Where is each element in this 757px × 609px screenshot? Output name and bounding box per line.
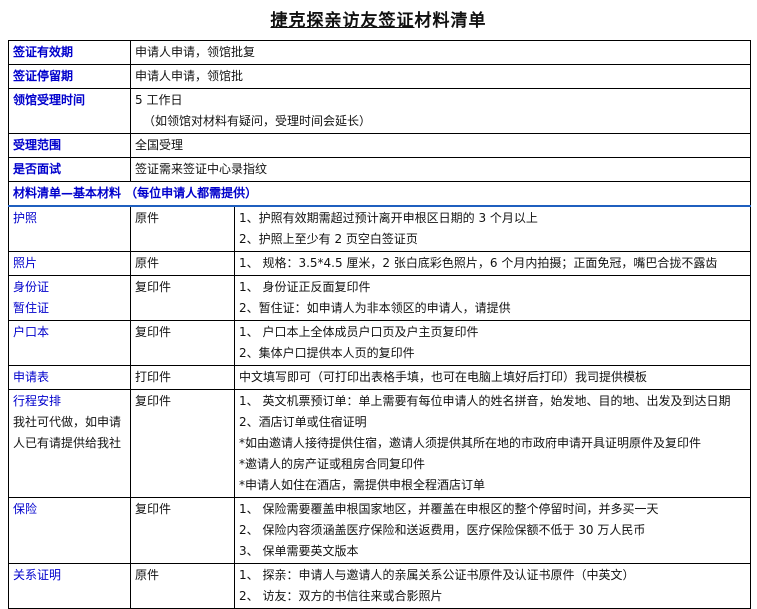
material-detail-line: 1、 规格：3.5*4.5 厘米，2 张白底彩色照片，6 个月内拍摄；正面免冠，… <box>239 256 718 270</box>
material-row: 保险 复印件 1、 保险需要覆盖申根国家地区，并覆盖在申根区的整个停留时间，并多买一… <box>8 497 752 564</box>
material-detail-line: 2、集体户口提供本人页的复印件 <box>239 346 415 360</box>
material-name: 申请表 <box>8 365 131 390</box>
material-name: 照片 <box>8 251 131 276</box>
material-row: 护照 原件 1、护照有效期需超过预计离开申根区日期的 3 个月以上 2、护照上至少有 … <box>8 205 752 252</box>
material-detail-line: *如由邀请人接待提供住宿，邀请人须提供其所在地的市政府申请开具证明原件及复印件 <box>239 436 702 450</box>
material-name-line: 关系证明 <box>13 568 62 582</box>
material-name: 保险 <box>8 497 131 564</box>
material-details: 1、护照有效期需超过预计离开申根区日期的 3 个月以上 2、护照上至少有 2 页空… <box>233 205 752 252</box>
info-value: 申请人申请，领馆批 <box>129 64 752 89</box>
material-row: 行程安排我社可代做，如申请 人已有请提供给我社 复印件 1、 英文机票预订单：单上需要… <box>8 389 752 498</box>
info-value: 全国受理 <box>129 133 752 158</box>
info-label: 受理范围 <box>8 133 131 158</box>
material-detail-line: 1、 保险需要覆盖申根国家地区，并覆盖在申根区的整个停留时间，并多买一天 <box>239 502 659 516</box>
material-details: 1、 户口本上全体成员户口页及户主页复印件 2、集体户口提供本人页的复印件 <box>233 320 752 366</box>
section-header: 材料清单—基本材料 （每位申请人都需提供） <box>7 181 752 207</box>
material-details: 1、 探亲：申请人与邀请人的亲属关系公证书原件及认证书原件（中英文） 2、 访友：… <box>233 563 752 609</box>
info-value-line: （如领馆对材料有疑问，受理时间会延长） <box>143 114 372 128</box>
material-name-line: 申请表 <box>13 370 50 384</box>
material-row: 照片 原件 1、 规格：3.5*4.5 厘米，2 张白底彩色照片，6 个月内拍摄；正… <box>8 251 752 276</box>
material-details: 1、 规格：3.5*4.5 厘米，2 张白底彩色照片，6 个月内拍摄；正面免冠，… <box>233 251 752 276</box>
title-suffix: 材料清单 <box>414 11 487 31</box>
info-value: 签证需来签证中心录指纹 <box>129 157 752 182</box>
title-main: 捷克探亲访友签证 <box>270 11 415 31</box>
material-detail-line: 2、 保险内容须涵盖医疗保险和送返费用，医疗保险保额不低于 30 万人民币 <box>239 523 646 537</box>
material-detail-line: *申请人如住在酒店，需提供申根全程酒店订单 <box>239 478 486 492</box>
material-detail-line: 1、 身份证正反面复印件 <box>239 280 371 294</box>
material-details: 中文填写即可（可打印出表格手填，也可在电脑上填好后打印）我司提供模板 <box>233 365 752 390</box>
material-row: 申请表 打印件 中文填写即可（可打印出表格手填，也可在电脑上填好后打印）我司提供模板 <box>8 365 752 390</box>
material-details: 1、 身份证正反面复印件 2、暂住证：如申请人为非本领区的申请人，请提供 <box>233 275 752 321</box>
material-name-line: 照片 <box>13 256 38 270</box>
material-row: 身份证 暂住证 复印件 1、 身份证正反面复印件 2、暂住证：如申请人为非本领区的申请人… <box>8 275 752 321</box>
material-name: 关系证明 <box>8 563 131 609</box>
material-name-line: 人已有请提供给我社 <box>13 436 122 450</box>
material-type: 复印件 <box>130 275 235 321</box>
material-name-line: 我社可代做，如申请 <box>13 415 122 429</box>
material-details: 1、 英文机票预订单：单上需要有每位申请人的姓名拼音，始发地、目的地、出发及到达… <box>233 389 752 498</box>
info-row: 是否面试 签证需来签证中心录指纹 <box>8 157 752 182</box>
material-type: 打印件 <box>130 365 235 390</box>
material-type: 原件 <box>130 563 235 609</box>
material-name: 身份证 暂住证 <box>8 275 131 321</box>
info-value: 5 工作日 （如领馆对材料有疑问，受理时间会延长） <box>129 88 752 134</box>
info-label: 签证停留期 <box>8 64 131 89</box>
material-detail-line: 2、护照上至少有 2 页空白签证页 <box>239 232 418 246</box>
section-header-row: 材料清单—基本材料 （每位申请人都需提供） <box>7 181 752 207</box>
material-name: 户口本 <box>8 320 131 366</box>
info-value-line: 签证需来签证中心录指纹 <box>135 162 268 176</box>
material-row: 户口本 复印件 1、 户口本上全体成员户口页及户主页复印件 2、集体户口提供本人页的复… <box>8 320 752 366</box>
material-name: 护照 <box>8 205 131 252</box>
material-name-line: 行程安排 <box>13 394 62 408</box>
info-row: 签证停留期 申请人申请，领馆批 <box>8 64 752 89</box>
material-detail-line: 3、 保单需要英文版本 <box>239 544 359 558</box>
info-value-line: 全国受理 <box>135 138 184 152</box>
info-value-line: 申请人申请，领馆批复 <box>135 45 256 59</box>
material-type: 原件 <box>130 205 235 252</box>
material-name: 行程安排我社可代做，如申请 人已有请提供给我社 <box>8 389 131 498</box>
material-detail-line: 1、护照有效期需超过预计离开申根区日期的 3 个月以上 <box>239 211 538 225</box>
page-title: 捷克探亲访友签证材料清单 <box>0 6 757 31</box>
material-type: 原件 <box>130 251 235 276</box>
material-detail-line: *邀请人的房产证或租房合同复印件 <box>239 457 426 471</box>
material-details: 1、 保险需要覆盖申根国家地区，并覆盖在申根区的整个停留时间，并多买一天 2、 保… <box>233 497 752 564</box>
info-row: 签证有效期 申请人申请，领馆批复 <box>8 40 752 65</box>
info-value-line: 5 工作日 <box>135 93 183 107</box>
material-detail-line: 1、 英文机票预订单：单上需要有每位申请人的姓名拼音，始发地、目的地、出发及到达… <box>239 394 731 408</box>
info-value: 申请人申请，领馆批复 <box>129 40 752 65</box>
material-name-line: 户口本 <box>13 325 50 339</box>
material-name-line: 护照 <box>13 211 38 225</box>
info-label: 领馆受理时间 <box>8 88 131 134</box>
material-name-line: 保险 <box>13 502 38 516</box>
info-row: 受理范围 全国受理 <box>8 133 752 158</box>
material-type: 复印件 <box>130 497 235 564</box>
material-type: 复印件 <box>130 320 235 366</box>
material-detail-line: 1、 户口本上全体成员户口页及户主页复印件 <box>239 325 479 339</box>
material-name-line: 暂住证 <box>13 301 50 315</box>
info-value-line: 申请人申请，领馆批 <box>135 69 244 83</box>
info-label: 是否面试 <box>8 157 131 182</box>
material-detail-line: 2、暂住证：如申请人为非本领区的申请人，请提供 <box>239 301 511 315</box>
info-row: 领馆受理时间 5 工作日 （如领馆对材料有疑问，受理时间会延长） <box>8 88 752 134</box>
material-detail-line: 中文填写即可（可打印出表格手填，也可在电脑上填好后打印）我司提供模板 <box>239 370 648 384</box>
material-detail-line: 1、 探亲：申请人与邀请人的亲属关系公证书原件及认证书原件（中英文） <box>239 568 635 582</box>
material-detail-line: 2、 访友：双方的书信往来或合影照片 <box>239 589 443 603</box>
material-row: 关系证明 原件 1、 探亲：申请人与邀请人的亲属关系公证书原件及认证书原件（中英文）… <box>8 563 752 609</box>
material-type: 复印件 <box>130 389 235 498</box>
material-name-line: 身份证 <box>13 280 50 294</box>
material-detail-line: 2、酒店订单或住宿证明 <box>239 415 367 429</box>
materials-table: 签证有效期 申请人申请，领馆批复 签证停留期 申请人申请，领馆批 领馆受理时间 5 工作日… <box>7 40 752 609</box>
info-label: 签证有效期 <box>8 40 131 65</box>
